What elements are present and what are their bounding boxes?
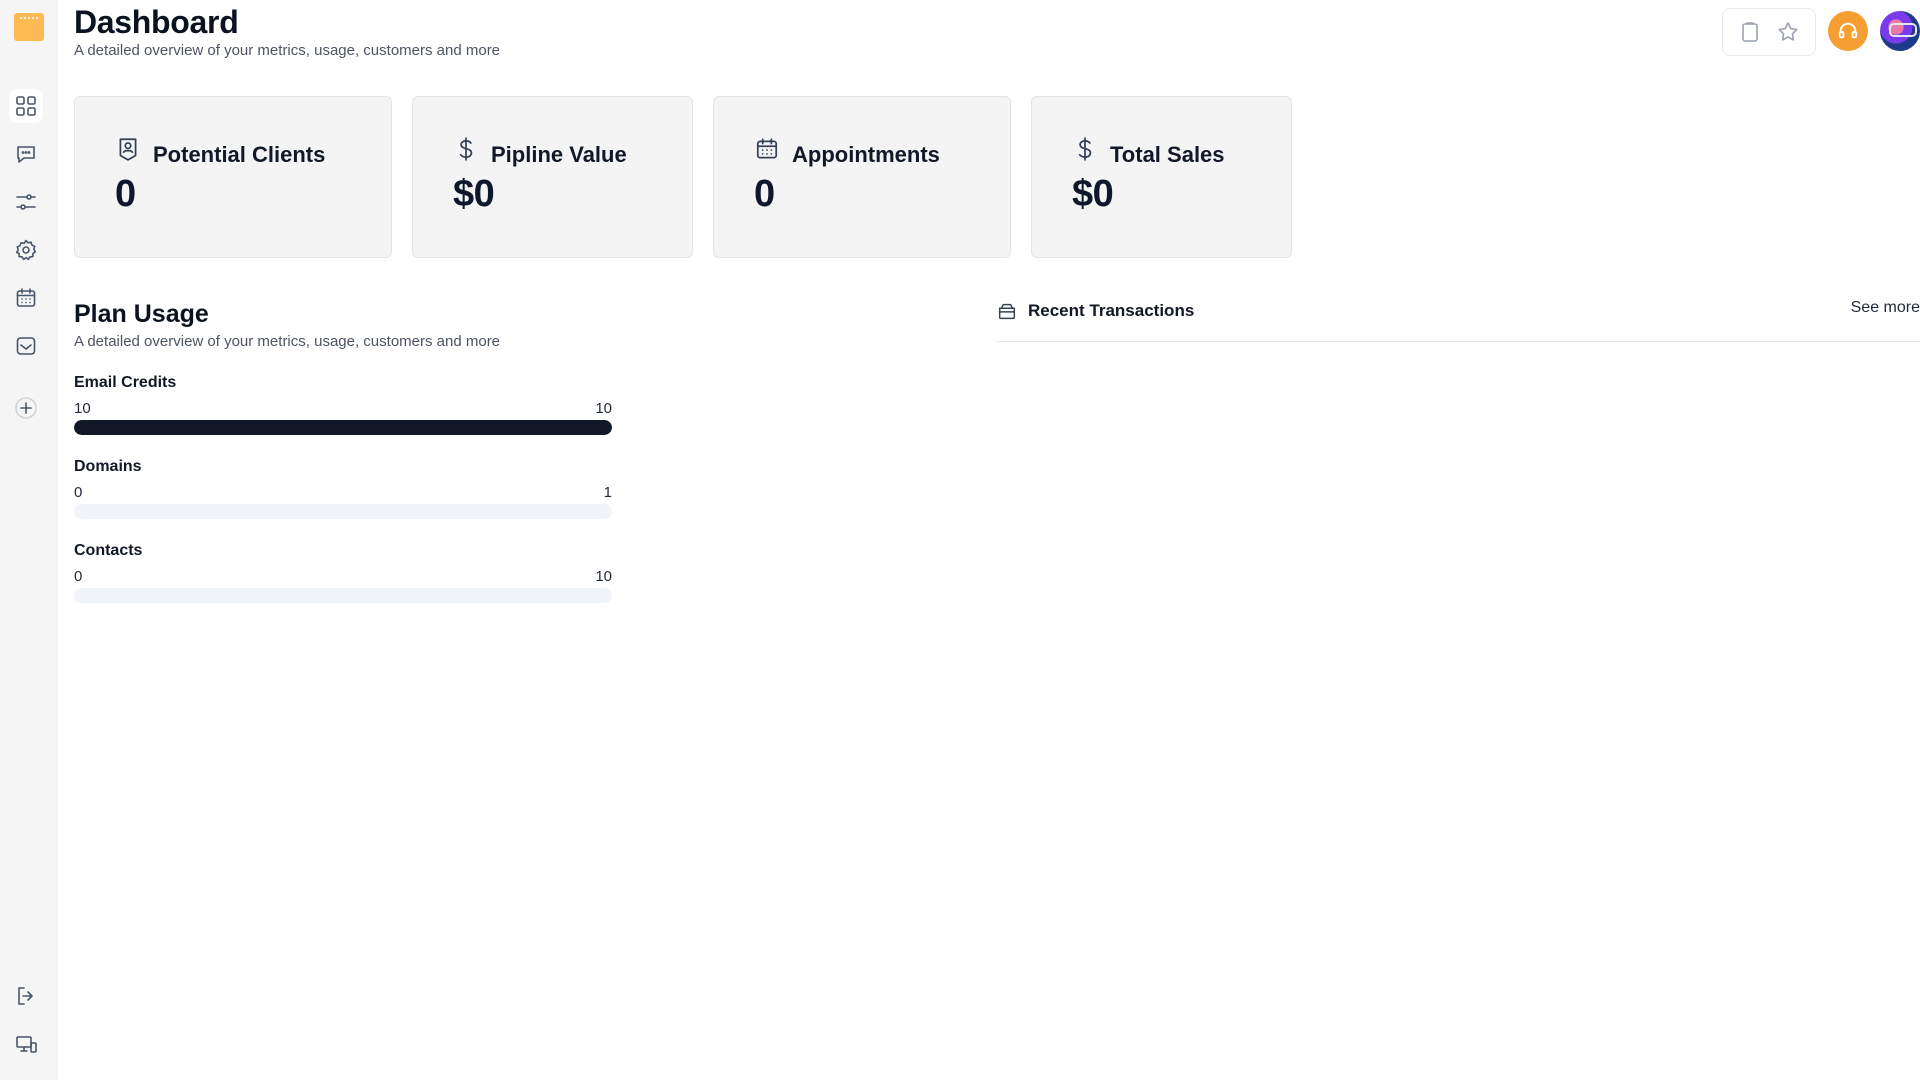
usage-limit: 1 bbox=[603, 484, 612, 501]
app-logo[interactable] bbox=[14, 13, 44, 41]
usage-progress-bar bbox=[74, 588, 612, 603]
usage-used: 10 bbox=[74, 400, 91, 417]
usage-progress-fill bbox=[74, 420, 612, 435]
usage-domains: Domains 0 1 bbox=[74, 458, 612, 519]
dashboard-grid-icon bbox=[16, 96, 36, 116]
usage-label: Domains bbox=[74, 458, 142, 475]
dollar-icon bbox=[1078, 137, 1092, 161]
sidebar bbox=[0, 0, 58, 1080]
chat-icon bbox=[17, 146, 35, 163]
sidebar-add-button[interactable] bbox=[9, 391, 43, 425]
stat-value: 0 bbox=[115, 173, 136, 215]
user-avatar[interactable] bbox=[1880, 11, 1920, 51]
see-more-link[interactable]: See more bbox=[1851, 299, 1920, 317]
main-content: Dashboard A detailed overview of your me… bbox=[74, 0, 1920, 1080]
stat-value: $0 bbox=[1072, 173, 1114, 215]
sliders-icon bbox=[16, 194, 36, 210]
usage-limit: 10 bbox=[595, 568, 612, 585]
usage-label: Contacts bbox=[74, 542, 143, 559]
plus-circle-icon bbox=[15, 397, 37, 419]
usage-contacts: Contacts 0 10 bbox=[74, 542, 612, 603]
usage-email-credits: Email Credits 10 10 bbox=[74, 374, 612, 435]
sidebar-item-sliders[interactable] bbox=[9, 185, 43, 219]
sidebar-item-inbox[interactable] bbox=[9, 329, 43, 363]
stat-label: Pipline Value bbox=[491, 142, 627, 167]
stat-value: $0 bbox=[453, 173, 495, 215]
usage-used: 0 bbox=[74, 484, 83, 501]
clipboard-icon[interactable] bbox=[1738, 20, 1762, 44]
sidebar-item-chat[interactable] bbox=[9, 137, 43, 171]
plan-usage-title: Plan Usage bbox=[74, 300, 209, 328]
stat-card-pipeline-value: Pipline Value $0 bbox=[412, 96, 693, 258]
usage-progress-bar bbox=[74, 504, 612, 519]
calendar-icon bbox=[756, 138, 778, 159]
recent-transactions-title: Recent Transactions bbox=[1028, 301, 1195, 320]
top-actions-group bbox=[1722, 8, 1816, 56]
usage-limit: 10 bbox=[595, 400, 612, 417]
headset-icon bbox=[1838, 22, 1858, 39]
page-title: Dashboard bbox=[74, 4, 239, 40]
logout-icon bbox=[18, 987, 33, 1005]
stat-label: Potential Clients bbox=[153, 142, 326, 167]
settings-gear-icon bbox=[15, 239, 37, 261]
stat-label: Total Sales bbox=[1110, 142, 1225, 167]
stat-card-total-sales: Total Sales $0 bbox=[1031, 96, 1292, 258]
stat-label: Appointments bbox=[792, 142, 940, 167]
sidebar-item-settings[interactable] bbox=[9, 233, 43, 267]
stat-value: 0 bbox=[754, 173, 775, 215]
page-subtitle: A detailed overview of your metrics, usa… bbox=[74, 42, 501, 59]
sidebar-item-calendar[interactable] bbox=[9, 281, 43, 315]
support-button[interactable] bbox=[1828, 11, 1868, 51]
stat-card-potential-clients: Potential Clients 0 bbox=[74, 96, 392, 258]
sidebar-logout-button[interactable] bbox=[9, 979, 43, 1013]
wallet-icon bbox=[996, 300, 1018, 322]
dollar-icon bbox=[459, 137, 473, 161]
sidebar-item-dashboard[interactable] bbox=[9, 89, 43, 123]
devices-icon bbox=[16, 1036, 37, 1053]
inbox-icon bbox=[16, 337, 36, 355]
sidebar-devices-button[interactable] bbox=[9, 1028, 43, 1062]
contact-badge-icon bbox=[119, 138, 137, 161]
star-icon[interactable] bbox=[1776, 20, 1800, 44]
usage-progress-bar bbox=[74, 420, 612, 435]
usage-used: 0 bbox=[74, 568, 83, 585]
usage-label: Email Credits bbox=[74, 374, 177, 391]
plan-usage-subtitle: A detailed overview of your metrics, usa… bbox=[74, 333, 501, 350]
stat-card-appointments: Appointments 0 bbox=[713, 96, 1011, 258]
recent-transactions-header: Recent Transactions See more bbox=[996, 296, 1920, 342]
calendar-icon bbox=[16, 288, 36, 307]
